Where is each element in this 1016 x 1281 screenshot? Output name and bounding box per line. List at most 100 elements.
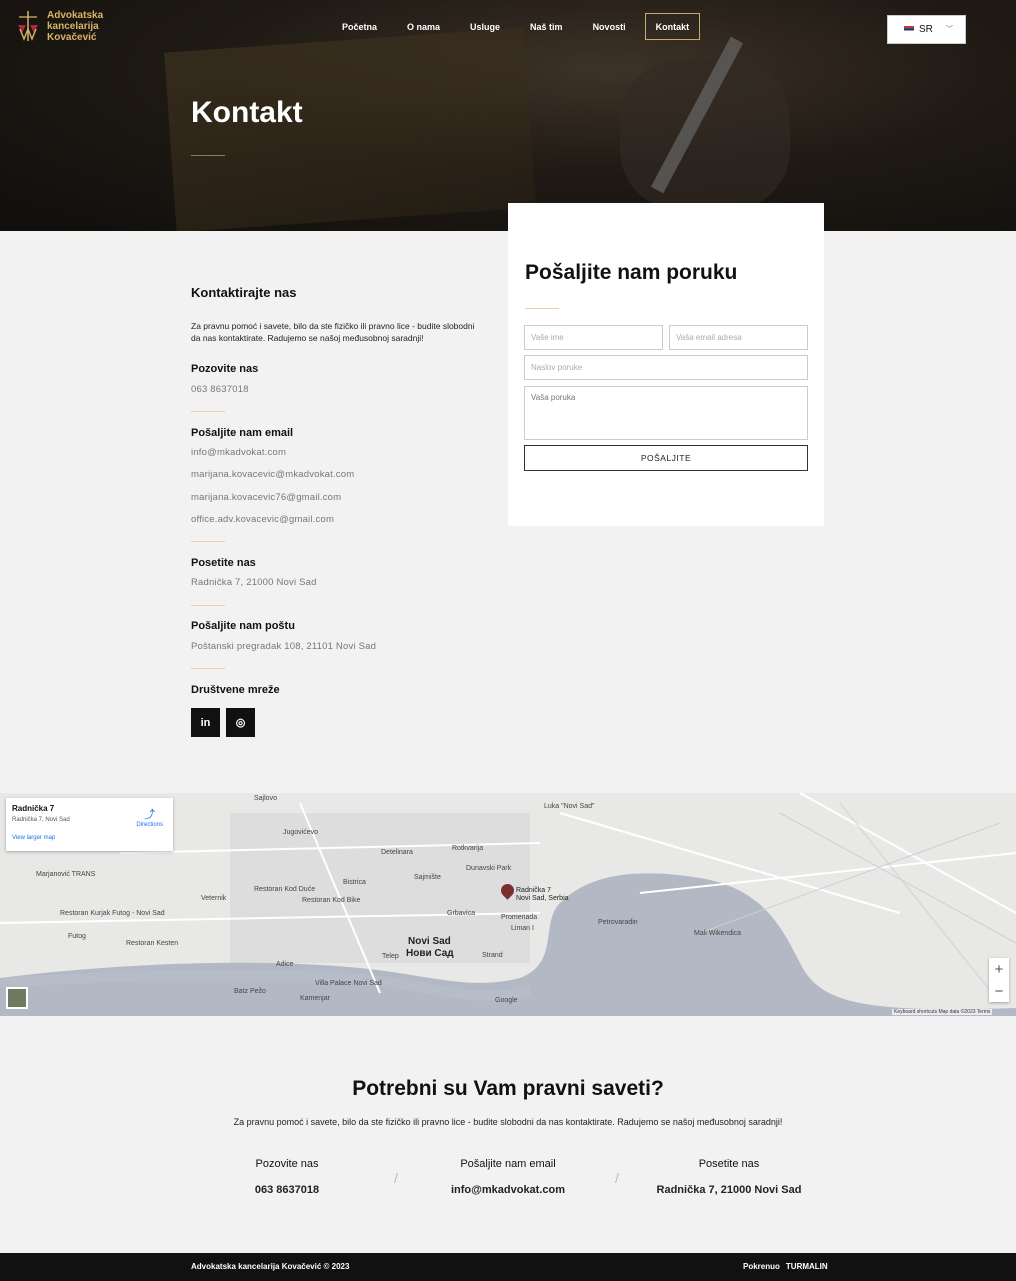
- email-link-4[interactable]: office.adv.kovacevic@gmail.com: [191, 514, 334, 525]
- map-label: Sajlovo: [254, 795, 277, 802]
- separator: /: [615, 1170, 619, 1186]
- email-input[interactable]: [669, 325, 808, 350]
- copyright: Advokatska kancelarija Kovačević © 2023: [191, 1262, 350, 1271]
- form-divider: [525, 308, 559, 309]
- zoom-in-button[interactable]: +: [989, 958, 1009, 980]
- map-label: Telep: [382, 953, 399, 960]
- logo-line-1: Advokatska: [47, 9, 104, 21]
- nav-usluge[interactable]: Usluge: [459, 13, 511, 40]
- map-label: Batz Pežo: [234, 988, 266, 995]
- map-label: Restoran Kesten: [126, 940, 179, 947]
- map-label: Luka "Novi Sad": [544, 803, 595, 810]
- map-place-card: Radnička 7 Radnička 7, Novi Sad View lar…: [6, 798, 173, 851]
- map-label: Kamenjar: [300, 995, 330, 1002]
- map-label: Mali Wikendica: [694, 930, 742, 937]
- chevron-down-icon: ﹀: [946, 26, 953, 33]
- cta-email: Pošaljite nam email info@mkadvokat.com: [408, 1158, 608, 1196]
- cta-email-link[interactable]: info@mkadvokat.com: [408, 1184, 608, 1196]
- email-link-2[interactable]: marijana.kovacevic@mkadvokat.com: [191, 469, 354, 480]
- logo-line-2: kancelarija: [47, 20, 99, 32]
- powered-by-link[interactable]: TURMALIN: [786, 1262, 828, 1271]
- map-city-label-cyr: Нови Сад: [406, 948, 454, 959]
- map-label: Marjanović TRANS: [36, 871, 96, 878]
- google-logo: Google: [495, 997, 518, 1004]
- map-label: Sajmište: [414, 874, 441, 881]
- cta-phone-link[interactable]: 063 8637018: [187, 1184, 387, 1196]
- map-city-label: Novi Sad: [408, 936, 451, 947]
- map-label: Grbavica: [447, 910, 476, 917]
- instagram-icon[interactable]: ◎: [226, 708, 255, 737]
- separator: /: [394, 1170, 398, 1186]
- cta-visit-label: Posetite nas: [698, 1158, 760, 1170]
- map-label: Detelinara: [381, 849, 413, 856]
- map-label: Bistrica: [343, 879, 366, 886]
- map-label: Strand: [482, 952, 503, 959]
- cta-visit: Posetite nas Radnička 7, 21000 Novi Sad: [629, 1158, 829, 1196]
- email-link-1[interactable]: info@mkadvokat.com: [191, 447, 286, 458]
- form-title: Pošaljite nam poruku: [525, 261, 738, 284]
- title-divider: [191, 155, 225, 156]
- nav-kontakt[interactable]: Kontakt: [644, 13, 701, 40]
- cta-email-label: Pošaljite nam email: [460, 1158, 556, 1170]
- cta-title: Potrebni su Vam pravni saveti?: [352, 1077, 664, 1100]
- map-label: Promenada: [501, 914, 538, 921]
- map-label: Dunavski Park: [466, 865, 512, 872]
- map-label: Jugovićevo: [283, 829, 319, 836]
- zoom-out-button[interactable]: −: [989, 980, 1009, 1002]
- po-box-text: Poštanski pregradak 108, 21101 Novi Sad: [191, 641, 377, 652]
- scales-logo-icon: [16, 9, 40, 43]
- map-attribution[interactable]: Keyboard shortcuts Map data ©2023 Terms: [892, 1009, 993, 1015]
- nav-novosti[interactable]: Novosti: [582, 13, 637, 40]
- call-label: Pozovite nas: [191, 363, 259, 375]
- directions-button[interactable]: ⤴ Directions: [136, 806, 163, 828]
- map-label: Veternik: [201, 895, 227, 902]
- logo[interactable]: Advokatska kancelarija Kovačević: [16, 9, 103, 43]
- powered-label: Pokrenuo: [743, 1262, 780, 1271]
- divider: [191, 668, 225, 669]
- contact-heading: Kontaktirajte nas: [191, 285, 297, 300]
- footer: Advokatska kancelarija Kovačević © 2023 …: [0, 1253, 1016, 1281]
- google-map[interactable]: Sajlovo Jugovićevo Detelinara Rotkvarija…: [0, 793, 1016, 1016]
- map-label: Villa Palace Novi Sad: [315, 980, 382, 987]
- pin-label: Radnička 7: [516, 887, 552, 894]
- linkedin-icon[interactable]: in: [191, 708, 220, 737]
- page-title: Kontakt: [191, 96, 303, 129]
- email-link-3[interactable]: marijana.kovacevic76@gmail.com: [191, 492, 341, 503]
- mail-label: Pošaljite nam poštu: [191, 620, 295, 632]
- map-label: Adice: [276, 961, 294, 968]
- subject-input[interactable]: [524, 355, 808, 380]
- directions-icon: ⤴: [144, 809, 156, 821]
- nav-o-nama[interactable]: O nama: [396, 13, 451, 40]
- pin-sublabel: Novi Sad, Serbia: [516, 895, 569, 902]
- directions-label: Directions: [136, 822, 163, 828]
- divider: [191, 541, 225, 542]
- submit-button[interactable]: POŠALJITE: [524, 445, 808, 471]
- contact-form: Pošaljite nam poruku POŠALJITE: [508, 203, 824, 526]
- main-nav: Početna O nama Usluge Naš tim Novosti Ko…: [331, 13, 708, 40]
- visit-label: Posetite nas: [191, 557, 256, 569]
- map-label: Restoran Kod Duće: [254, 886, 316, 893]
- social-label: Društvene mreže: [191, 684, 280, 696]
- phone-link[interactable]: 063 8637018: [191, 384, 249, 395]
- cta-description: Za pravnu pomoć i savete, bilo da ste fi…: [233, 1117, 783, 1127]
- nav-nas-tim[interactable]: Naš tim: [519, 13, 574, 40]
- cta-call-label: Pozovite nas: [255, 1158, 319, 1170]
- map-label: Rotkvarija: [452, 845, 484, 852]
- satellite-toggle[interactable]: [6, 987, 28, 1009]
- social-links: in ◎: [191, 708, 261, 737]
- serbia-flag-icon: [904, 26, 914, 33]
- cta-address: Radnička 7, 21000 Novi Sad: [656, 1184, 802, 1196]
- divider: [191, 605, 225, 606]
- nav-pocetna[interactable]: Početna: [331, 13, 388, 40]
- view-larger-map-link[interactable]: View larger map: [12, 835, 167, 841]
- divider: [191, 411, 225, 412]
- language-select[interactable]: SR ﹀: [887, 15, 966, 44]
- map-zoom-controls: + −: [989, 958, 1009, 1002]
- message-input[interactable]: [524, 386, 808, 440]
- map-label: Petrovaradin: [598, 919, 638, 926]
- contact-description: Za pravnu pomoć i savete, bilo da ste fi…: [191, 321, 475, 343]
- address-text: Radnička 7, 21000 Novi Sad: [191, 577, 317, 588]
- map-label: Liman I: [511, 925, 534, 932]
- language-selected: SR: [919, 24, 933, 35]
- name-input[interactable]: [524, 325, 663, 350]
